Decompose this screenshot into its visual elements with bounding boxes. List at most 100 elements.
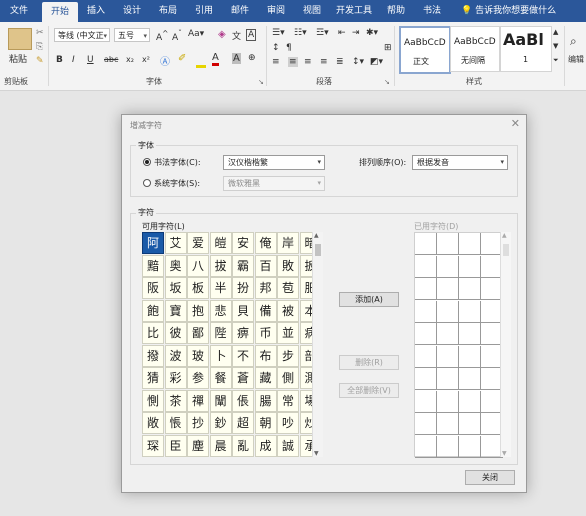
grow-font-icon[interactable]: A^ <box>156 29 168 43</box>
used-char-cell[interactable] <box>437 413 459 435</box>
available-chars-scrollbar[interactable]: ▲ ▼ <box>312 232 323 457</box>
char-cell[interactable]: 币 <box>254 322 277 344</box>
char-cell[interactable]: 貝 <box>232 299 254 322</box>
char-cell[interactable]: 陛 <box>209 322 232 344</box>
used-char-cell[interactable] <box>415 278 437 300</box>
char-cell[interactable]: 霸 <box>232 254 254 277</box>
used-char-cell[interactable] <box>437 278 459 300</box>
font-dialog-launcher-icon[interactable]: ↘ <box>258 78 264 86</box>
char-cell[interactable]: 敞 <box>142 412 164 434</box>
char-cell[interactable]: 彩 <box>164 367 187 389</box>
styles-scroll-down-icon[interactable]: ▼ <box>553 42 558 50</box>
tab-design[interactable]: 设计 <box>116 0 148 22</box>
scroll-up-icon[interactable]: ▲ <box>314 232 319 239</box>
char-cell[interactable]: 腸 <box>254 389 277 412</box>
scroll-thumb[interactable] <box>503 244 509 256</box>
close-button[interactable]: 关闭 <box>465 470 515 485</box>
char-cell[interactable]: 敗 <box>277 254 299 277</box>
char-cell[interactable]: 比 <box>142 322 164 344</box>
char-cell[interactable]: 参 <box>187 367 209 389</box>
scroll-thumb[interactable] <box>315 244 321 256</box>
char-cell[interactable]: 黯 <box>142 254 164 277</box>
char-cell[interactable]: 禪 <box>187 389 209 412</box>
superscript-button[interactable]: x² <box>142 55 150 64</box>
font-color-icon[interactable]: A <box>212 53 219 66</box>
tab-file[interactable]: 文件 <box>2 0 36 22</box>
char-cell[interactable]: 餐 <box>209 367 232 389</box>
font-size-dropdown[interactable]: 五号 ▾ <box>114 28 150 42</box>
align-left-icon[interactable]: ≡ <box>272 57 280 67</box>
char-cell[interactable]: 百 <box>254 254 277 277</box>
char-cell[interactable]: 吵 <box>277 412 299 434</box>
bold-button[interactable]: B <box>56 55 63 65</box>
tab-references[interactable]: 引用 <box>188 0 220 22</box>
styles-scroll-up-icon[interactable]: ▲ <box>553 28 558 36</box>
used-char-cell[interactable] <box>459 413 481 435</box>
char-cell[interactable]: 彼 <box>164 322 187 344</box>
char-cell[interactable]: 爱 <box>187 232 209 254</box>
tab-review[interactable]: 审阅 <box>260 0 292 22</box>
used-char-cell[interactable] <box>415 233 437 255</box>
used-char-cell[interactable] <box>415 300 437 323</box>
used-char-cell[interactable] <box>415 390 437 413</box>
char-cell[interactable]: 朝 <box>254 412 277 434</box>
used-char-cell[interactable] <box>437 368 459 390</box>
char-cell[interactable]: 茶 <box>164 389 187 412</box>
scroll-down-icon[interactable]: ▼ <box>502 450 507 457</box>
char-cell[interactable]: 亂 <box>232 434 254 457</box>
tell-me-search[interactable]: 💡 告诉我你想要做什么 <box>461 0 556 22</box>
italic-button[interactable]: I <box>72 55 75 65</box>
system-font-radio[interactable] <box>143 179 151 187</box>
char-cell[interactable]: 並 <box>277 322 299 344</box>
multilevel-list-icon[interactable]: ☲▾ <box>316 28 329 38</box>
char-cell[interactable]: 扮 <box>232 277 254 299</box>
tab-home[interactable]: 开始 <box>42 2 78 22</box>
style-no-spacing[interactable]: AaBbCcD 无间隔 <box>450 26 500 72</box>
paragraph-dialog-launcher-icon[interactable]: ↘ <box>384 78 390 86</box>
font-name-dropdown[interactable]: 等线 (中文正 ▾ <box>54 28 110 42</box>
text-effects-icon[interactable]: Ⓐ <box>160 53 170 68</box>
justify-icon[interactable]: ≡ <box>320 57 328 67</box>
char-cell[interactable]: 俺 <box>254 232 277 254</box>
char-cell[interactable]: 寶 <box>164 299 187 322</box>
styles-more-icon[interactable]: ⏷ <box>553 56 559 65</box>
char-cell[interactable]: 倀 <box>232 389 254 412</box>
tab-insert[interactable]: 插入 <box>80 0 112 22</box>
tab-help[interactable]: 帮助 <box>380 0 412 22</box>
delete-all-button[interactable]: 全部删除(V) <box>339 383 399 398</box>
char-cell[interactable]: 側 <box>277 367 299 389</box>
char-cell[interactable]: 惻 <box>142 389 164 412</box>
tab-layout[interactable]: 布局 <box>152 0 184 22</box>
char-cell[interactable]: 岸 <box>277 232 299 254</box>
add-button[interactable]: 添加(A) <box>339 292 399 307</box>
char-cell[interactable]: 悲 <box>209 299 232 322</box>
char-cell[interactable]: 板 <box>187 277 209 299</box>
align-center-icon[interactable]: ≡ <box>288 57 298 67</box>
char-cell[interactable]: 皚 <box>209 232 232 254</box>
char-cell[interactable]: 琛 <box>142 434 164 457</box>
find-icon[interactable]: ⌕ <box>570 34 577 49</box>
close-icon[interactable]: ✕ <box>511 117 520 130</box>
char-cell[interactable]: 阿 <box>142 232 164 254</box>
char-shading-icon[interactable]: A <box>232 53 241 64</box>
align-right-icon[interactable]: ≡ <box>304 57 312 67</box>
used-char-cell[interactable] <box>437 255 459 278</box>
borders-icon[interactable]: ⊞ <box>384 43 392 53</box>
used-char-cell[interactable] <box>459 300 481 323</box>
char-cell[interactable]: 蒼 <box>232 367 254 389</box>
char-cell[interactable]: 誠 <box>277 434 299 457</box>
char-cell[interactable]: 半 <box>209 277 232 299</box>
char-cell[interactable]: 苞 <box>277 277 299 299</box>
used-char-cell[interactable] <box>415 345 437 368</box>
underline-button[interactable]: U <box>87 55 94 65</box>
char-cell[interactable]: 坂 <box>164 277 187 299</box>
char-cell[interactable]: 藏 <box>254 367 277 389</box>
calligraphy-font-radio[interactable] <box>143 158 151 166</box>
cut-icon[interactable]: ✂ <box>36 28 44 38</box>
style-normal[interactable]: AaBbCcD 正文 <box>399 26 451 74</box>
char-cell[interactable]: 被 <box>277 299 299 322</box>
style-heading-1[interactable]: AaBl 1 <box>500 26 552 72</box>
char-cell[interactable]: 八 <box>187 254 209 277</box>
calligraphy-font-select[interactable]: 汉仪楷楷繁 ▾ <box>223 155 325 170</box>
sort-order-select[interactable]: 根据发音 ▾ <box>412 155 508 170</box>
